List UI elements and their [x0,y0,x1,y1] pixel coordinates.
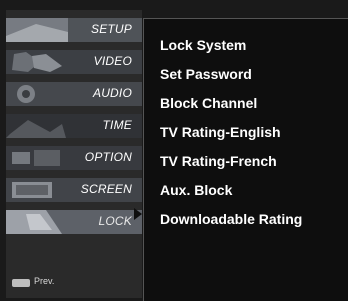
menu-label-lock: LOCK [98,214,132,228]
active-pointer-icon [134,208,142,220]
prev-label: Prev. [34,276,55,286]
submenu-item-block-channel[interactable]: Block Channel [160,95,257,111]
submenu-item-downloadable-rating[interactable]: Downloadable Rating [160,211,302,227]
menu-label-video: VIDEO [93,54,132,68]
prev-button[interactable]: Prev. [12,276,72,290]
menu-item-lock[interactable]: LOCK [6,210,142,234]
submenu-item-tv-rating-english[interactable]: TV Rating-English [160,124,281,140]
menu-label-setup: SETUP [90,22,132,36]
prev-key-icon [12,279,30,287]
menu-item-screen[interactable]: SCREEN [6,178,142,202]
menu-item-time[interactable]: TIME [6,114,142,138]
submenu-item-tv-rating-french[interactable]: TV Rating-French [160,153,277,169]
menu-item-video[interactable]: VIDEO [6,50,142,74]
menu-label-time: TIME [102,118,132,132]
submenu-item-aux-block[interactable]: Aux. Block [160,182,232,198]
menu-item-setup[interactable]: SETUP [6,18,142,42]
menu-item-audio[interactable]: AUDIO [6,82,142,106]
menu-item-option[interactable]: OPTION [6,146,142,170]
tv-osd-screen: SETUP VIDEO AUDIO TIME OPTION SCREEN LOC… [0,0,348,301]
menu-label-audio: AUDIO [92,86,132,100]
menu-label-option: OPTION [84,150,132,164]
submenu-item-lock-system[interactable]: Lock System [160,37,246,53]
main-menu: SETUP VIDEO AUDIO TIME OPTION SCREEN LOC… [6,10,142,298]
menu-label-screen: SCREEN [80,182,132,196]
lock-submenu: Lock System Set Password Block Channel T… [143,18,348,301]
submenu-item-set-password[interactable]: Set Password [160,66,252,82]
